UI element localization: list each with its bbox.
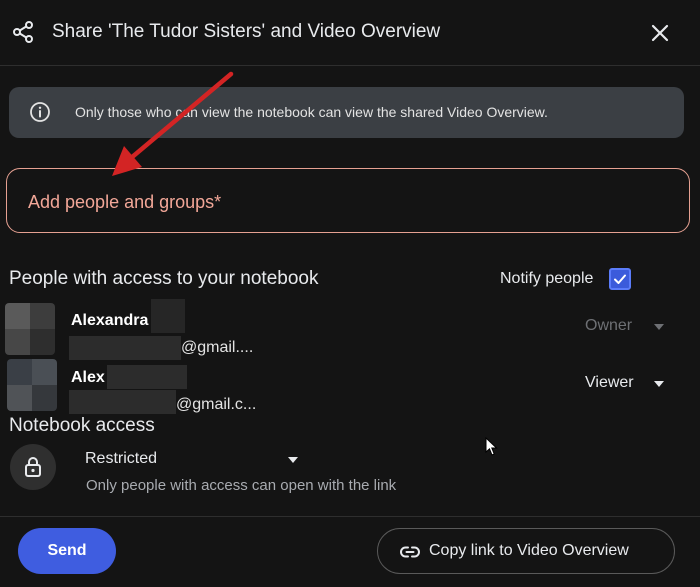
link-icon — [400, 546, 420, 558]
lock-icon-container — [10, 444, 56, 490]
access-level-value: Restricted — [85, 450, 158, 467]
share-icon — [13, 21, 33, 43]
chevron-down-icon[interactable] — [654, 381, 664, 387]
chevron-down-icon — [288, 457, 298, 463]
mouse-cursor-icon — [485, 437, 498, 456]
copy-link-button[interactable]: Copy link to Video Overview — [377, 528, 675, 574]
access-description: Only people with access can open with th… — [86, 477, 397, 494]
redacted-email — [69, 336, 181, 360]
info-icon — [30, 102, 50, 122]
checkmark-icon — [614, 274, 626, 284]
notebook-access-title: Notebook access — [9, 415, 155, 436]
redacted-block — [151, 299, 185, 333]
person-name: Alex — [71, 369, 105, 386]
redacted-email — [69, 390, 176, 414]
close-icon[interactable] — [648, 21, 672, 45]
lock-icon — [25, 457, 41, 477]
person-email: @gmail.c... — [176, 396, 257, 413]
avatar — [5, 303, 55, 355]
people-access-title: People with access to your notebook — [9, 268, 319, 289]
info-banner: Only those who can view the notebook can… — [9, 87, 684, 138]
notify-people-label: Notify people — [500, 270, 594, 287]
avatar — [7, 359, 57, 411]
info-banner-text: Only those who can view the notebook can… — [75, 104, 548, 120]
redacted-block — [107, 365, 187, 389]
copy-link-label: Copy link to Video Overview — [429, 542, 629, 559]
add-people-input[interactable] — [28, 189, 668, 215]
role-select-owner: Owner — [585, 317, 633, 334]
person-email: @gmail.... — [181, 339, 254, 356]
notify-people-checkbox[interactable] — [609, 268, 631, 290]
send-button[interactable]: Send — [18, 528, 116, 574]
access-level-select[interactable]: Restricted — [85, 450, 305, 472]
person-name: Alexandra — [71, 312, 149, 329]
chevron-down-icon — [654, 324, 664, 330]
footer-divider — [0, 516, 700, 517]
dialog-header: Share 'The Tudor Sisters' and Video Over… — [0, 0, 700, 66]
role-select-viewer[interactable]: Viewer — [585, 374, 634, 392]
add-people-field[interactable] — [6, 168, 690, 233]
dialog-title: Share 'The Tudor Sisters' and Video Over… — [52, 21, 441, 42]
